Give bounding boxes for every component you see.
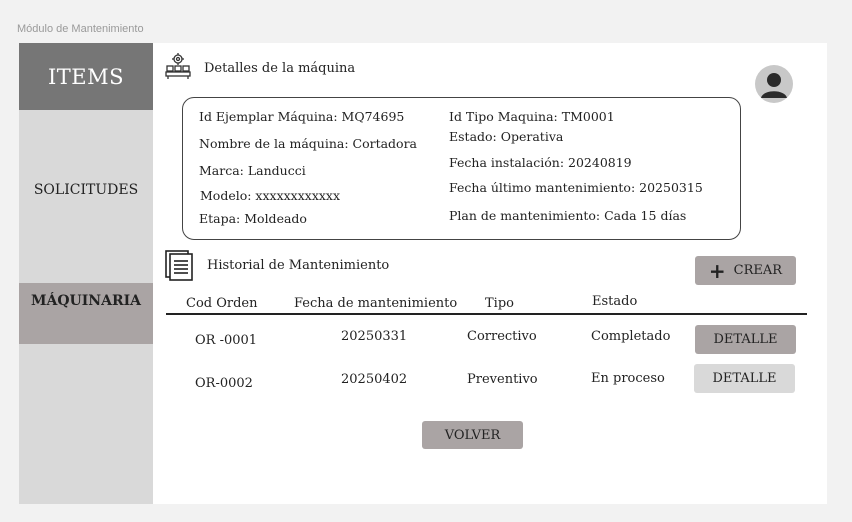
create-button-label: CREAR — [733, 263, 783, 278]
history-section-title: Historial de Mantenimiento — [207, 258, 390, 273]
machine-status: Estado: Operativa — [449, 129, 564, 144]
sidebar: ITEMS SOLICITUDES MÁQUINARIA — [19, 43, 153, 504]
machine-brand: Marca: Landucci — [199, 163, 306, 178]
machine-stage: Etapa: Moldeado — [199, 211, 307, 226]
column-header-estado: Estado — [592, 294, 638, 309]
cell-tipo: Correctivo — [467, 329, 537, 344]
column-header-fecha: Fecha de mantenimiento — [294, 296, 458, 311]
machine-type-id: Id Tipo Maquina: TM0001 — [449, 109, 615, 124]
create-button[interactable]: + CREAR — [695, 256, 796, 285]
machine-name: Nombre de la máquina: Cortadora — [199, 136, 417, 151]
cell-fecha: 20250402 — [341, 372, 408, 387]
cell-cod: OR -0001 — [195, 333, 258, 348]
table-header-divider — [166, 313, 807, 315]
sidebar-item-items[interactable]: ITEMS — [19, 43, 153, 110]
cell-cod: OR-0002 — [195, 376, 253, 391]
machine-section-title: Detalles de la máquina — [204, 61, 356, 76]
frame-label: Módulo de Mantenimiento — [17, 23, 144, 35]
sidebar-item-solicitudes[interactable]: SOLICITUDES — [19, 173, 153, 207]
avatar[interactable] — [755, 65, 793, 103]
maintenance-screen: ITEMS SOLICITUDES MÁQUINARIA Detalles de… — [19, 43, 827, 504]
sidebar-item-label: ITEMS — [47, 64, 125, 89]
column-header-cod: Cod Orden — [186, 296, 258, 311]
machine-id: Id Ejemplar Máquina: MQ74695 — [199, 109, 405, 124]
machine-last-maintenance: Fecha último mantenimiento: 20250315 — [449, 180, 703, 195]
machine-model: Modelo: xxxxxxxxxxxx — [200, 188, 341, 203]
sidebar-item-label: SOLICITUDES — [33, 182, 139, 198]
cell-tipo: Preventivo — [467, 372, 538, 387]
back-button[interactable]: VOLVER — [422, 421, 523, 449]
cell-fecha: 20250331 — [341, 329, 408, 344]
machine-icon — [163, 51, 193, 81]
document-icon — [164, 249, 196, 281]
sidebar-item-label: MÁQUINARIA — [30, 293, 142, 309]
detail-button[interactable]: DETALLE — [695, 325, 796, 354]
cell-estado: Completado — [591, 329, 671, 344]
machine-details-card: Id Ejemplar Máquina: MQ74695 Nombre de l… — [182, 97, 741, 240]
sidebar-item-maquinaria[interactable]: MÁQUINARIA — [19, 283, 153, 344]
detail-button[interactable]: DETALLE — [694, 364, 795, 393]
machine-maintenance-plan: Plan de mantenimiento: Cada 15 días — [449, 208, 687, 223]
plus-icon: + — [708, 258, 726, 283]
machine-install-date: Fecha instalación: 20240819 — [449, 155, 632, 170]
column-header-tipo: Tipo — [485, 296, 514, 311]
cell-estado: En proceso — [591, 371, 665, 386]
user-icon — [761, 73, 787, 98]
